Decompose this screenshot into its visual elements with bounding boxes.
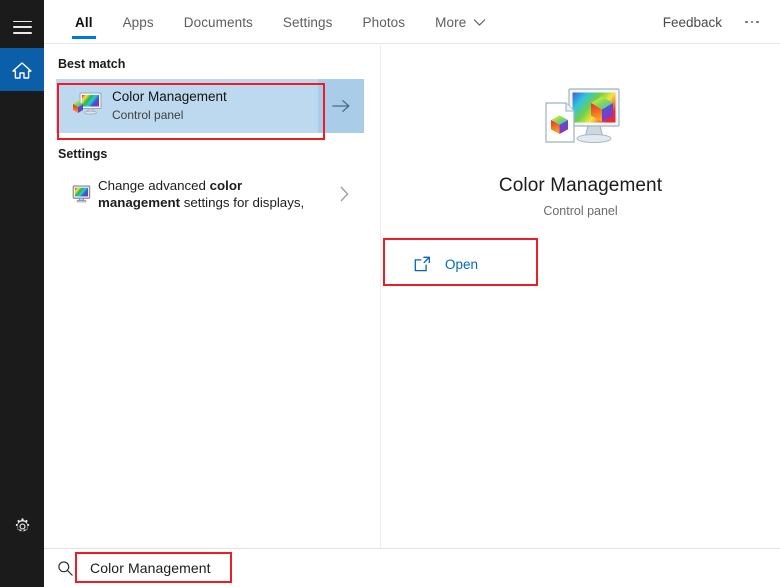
settings-section-heading: Settings (44, 133, 372, 169)
best-match-expand-button[interactable] (318, 79, 364, 133)
tab-documents[interactable]: Documents (169, 0, 268, 44)
tab-photos[interactable]: Photos (348, 0, 421, 44)
tab-more-label: More (435, 15, 466, 30)
rail-item-settings[interactable] (0, 505, 44, 547)
best-match-subtitle: Control panel (112, 107, 318, 123)
tab-settings-label: Settings (283, 15, 333, 30)
arrow-right-icon (332, 99, 351, 113)
tab-documents-label: Documents (184, 15, 253, 30)
preview-title: Color Management (381, 175, 780, 197)
tab-settings[interactable]: Settings (268, 0, 348, 44)
chevron-right-icon (339, 185, 350, 203)
tab-photos-label: Photos (363, 15, 406, 30)
open-external-icon (399, 256, 445, 272)
ellipsis-dot (745, 21, 748, 24)
settings-text-match-color: color (210, 178, 243, 193)
best-match-heading: Best match (44, 45, 372, 79)
preview-subtitle: Control panel (381, 204, 780, 218)
tab-all-label: All (75, 15, 93, 30)
tab-more[interactable]: More (420, 0, 501, 44)
settings-result-text: Change advanced color management setting… (98, 177, 324, 212)
settings-text-match-management: management (98, 195, 180, 210)
best-match-text: Color Management Control panel (108, 89, 318, 123)
preview-panel: Color Management Control panel Open (380, 45, 780, 548)
ellipsis-dot (756, 21, 759, 24)
search-bar[interactable]: Color Management (44, 548, 780, 587)
hamburger-menu-button[interactable] (0, 6, 44, 48)
more-options-button[interactable] (732, 0, 772, 44)
settings-text-after: settings for displays, (180, 195, 304, 210)
left-rail (0, 0, 44, 587)
home-icon (11, 60, 33, 80)
gear-icon (13, 517, 32, 536)
tab-all[interactable]: All (60, 0, 108, 44)
color-management-icon (66, 91, 108, 121)
feedback-button[interactable]: Feedback (653, 15, 732, 30)
tab-apps[interactable]: Apps (108, 0, 169, 44)
results-panel: Best match (44, 45, 372, 548)
rail-item-home[interactable] (0, 48, 44, 91)
tab-active-underline (72, 36, 96, 39)
open-action-label: Open (445, 257, 478, 272)
search-icon (44, 560, 86, 577)
settings-result-row[interactable]: Change advanced color management setting… (56, 169, 364, 219)
ellipsis-dot (751, 21, 754, 24)
tab-apps-label: Apps (123, 15, 154, 30)
tab-list: All Apps Documents Settings Photos More (60, 0, 501, 44)
menu-icon (13, 21, 32, 34)
open-action-button[interactable]: Open (389, 242, 629, 286)
chevron-down-icon (473, 15, 486, 30)
settings-text-before: Change advanced (98, 178, 210, 193)
topbar-right-group: Feedback (653, 0, 780, 44)
top-tab-bar: All Apps Documents Settings Photos More (44, 0, 780, 44)
windows-search-flyout: All Apps Documents Settings Photos More (0, 0, 780, 587)
display-color-icon (64, 185, 98, 203)
search-input[interactable]: Color Management (86, 560, 211, 576)
settings-result-chevron-button[interactable] (324, 185, 364, 203)
best-match-title: Color Management (112, 89, 318, 105)
best-match-result[interactable]: Color Management Control panel (56, 79, 364, 133)
color-management-large-icon (381, 85, 780, 157)
